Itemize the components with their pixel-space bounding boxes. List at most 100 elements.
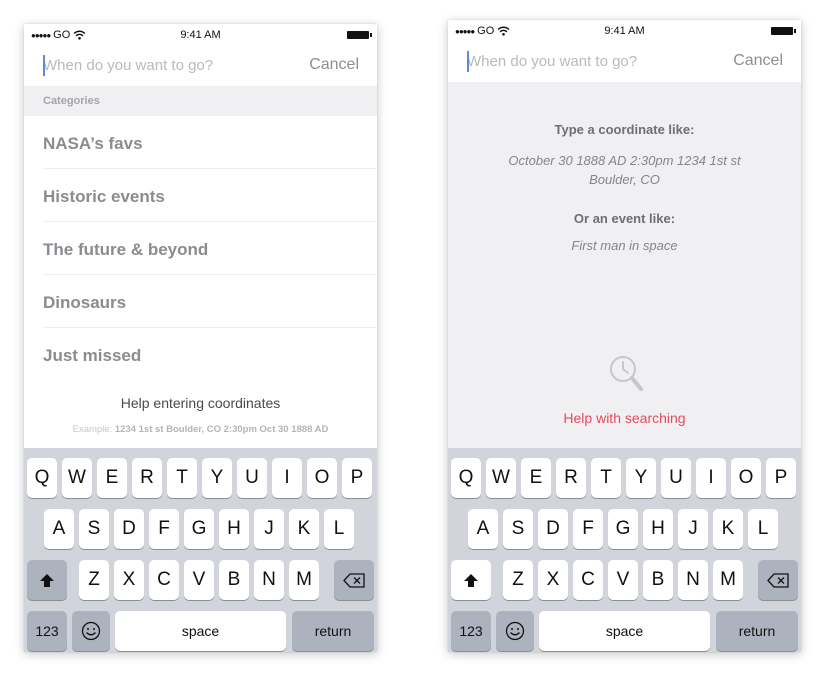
key-m[interactable]: M bbox=[289, 560, 319, 600]
text-caret bbox=[43, 55, 45, 76]
key-k[interactable]: K bbox=[713, 509, 743, 549]
delete-key[interactable] bbox=[334, 560, 374, 600]
coordinate-example: Example: 1234 1st st Boulder, CO 2:30pm … bbox=[24, 424, 377, 435]
key-q[interactable]: Q bbox=[27, 458, 57, 498]
shift-key[interactable] bbox=[451, 560, 491, 600]
status-time: 9:41 AM bbox=[604, 25, 645, 37]
key-j[interactable]: J bbox=[254, 509, 284, 549]
category-list: NASA’s favs Historic events The future &… bbox=[24, 116, 377, 381]
key-h[interactable]: H bbox=[643, 509, 673, 549]
event-hint-title: Or an event like: bbox=[573, 211, 676, 226]
space-key[interactable]: space bbox=[115, 611, 286, 651]
key-d[interactable]: D bbox=[538, 509, 568, 549]
key-p[interactable]: P bbox=[342, 458, 372, 498]
category-item-future-beyond[interactable]: The future & beyond bbox=[43, 222, 377, 275]
key-r[interactable]: R bbox=[556, 458, 586, 498]
return-key[interactable]: return bbox=[292, 611, 374, 651]
status-bar: ●●●●● GO 9:41 AM bbox=[448, 20, 801, 42]
key-g[interactable]: G bbox=[184, 509, 214, 549]
key-a[interactable]: A bbox=[468, 509, 498, 549]
search-bar: Cancel bbox=[24, 46, 377, 86]
key-t[interactable]: T bbox=[591, 458, 621, 498]
text-caret bbox=[467, 51, 469, 72]
category-item-just-missed[interactable]: Just missed bbox=[43, 328, 377, 381]
key-h[interactable]: H bbox=[219, 509, 249, 549]
key-o[interactable]: O bbox=[731, 458, 761, 498]
help-with-searching-link[interactable]: Help with searching bbox=[448, 410, 801, 426]
key-f[interactable]: F bbox=[149, 509, 179, 549]
key-b[interactable]: B bbox=[643, 560, 673, 600]
key-r[interactable]: R bbox=[132, 458, 162, 498]
coordinate-help: Help entering coordinates Example: 1234 … bbox=[24, 381, 377, 445]
key-n[interactable]: N bbox=[254, 560, 284, 600]
key-z[interactable]: Z bbox=[503, 560, 533, 600]
search-input[interactable] bbox=[43, 52, 283, 78]
key-p[interactable]: P bbox=[766, 458, 796, 498]
numbers-key[interactable]: 123 bbox=[451, 611, 491, 651]
search-input[interactable] bbox=[467, 48, 707, 74]
status-time: 9:41 AM bbox=[180, 29, 221, 41]
key-q[interactable]: Q bbox=[451, 458, 481, 498]
cancel-button[interactable]: Cancel bbox=[309, 56, 359, 74]
search-bar: Cancel bbox=[448, 42, 801, 82]
key-w[interactable]: W bbox=[486, 458, 516, 498]
shift-key[interactable] bbox=[27, 560, 67, 600]
delete-key[interactable] bbox=[758, 560, 798, 600]
key-d[interactable]: D bbox=[114, 509, 144, 549]
category-item-nasas-favs[interactable]: NASA’s favs bbox=[43, 116, 377, 169]
category-item-historic-events[interactable]: Historic events bbox=[43, 169, 377, 222]
status-bar: ●●●●● GO 9:41 AM bbox=[24, 24, 377, 46]
delete-icon bbox=[343, 572, 365, 588]
key-y[interactable]: Y bbox=[202, 458, 232, 498]
emoji-icon bbox=[505, 621, 525, 641]
key-e[interactable]: E bbox=[97, 458, 127, 498]
key-y[interactable]: Y bbox=[626, 458, 656, 498]
emoji-key[interactable] bbox=[496, 611, 534, 651]
category-item-dinosaurs[interactable]: Dinosaurs bbox=[43, 275, 377, 328]
key-x[interactable]: X bbox=[538, 560, 568, 600]
key-s[interactable]: S bbox=[79, 509, 109, 549]
delete-icon bbox=[767, 572, 789, 588]
coordinate-example-line1: October 30 1888 AD 2:30pm 1234 1st st bbox=[508, 153, 741, 168]
key-n[interactable]: N bbox=[678, 560, 708, 600]
search-clock-icon bbox=[610, 356, 643, 391]
event-example: First man in space bbox=[571, 238, 678, 253]
numbers-key[interactable]: 123 bbox=[27, 611, 67, 651]
battery-icon bbox=[347, 31, 372, 39]
key-f[interactable]: F bbox=[573, 509, 603, 549]
keyboard: Q W E R T Y U I O P A S D F G H J K L Z … bbox=[448, 448, 801, 652]
key-t[interactable]: T bbox=[167, 458, 197, 498]
key-c[interactable]: C bbox=[149, 560, 179, 600]
key-z[interactable]: Z bbox=[79, 560, 109, 600]
key-k[interactable]: K bbox=[289, 509, 319, 549]
key-l[interactable]: L bbox=[748, 509, 778, 549]
key-b[interactable]: B bbox=[219, 560, 249, 600]
battery-icon bbox=[771, 27, 796, 35]
emoji-key[interactable] bbox=[72, 611, 110, 651]
search-hints-panel: Type a coordinate like: October 30 1888 … bbox=[448, 82, 801, 450]
key-w[interactable]: W bbox=[62, 458, 92, 498]
key-l[interactable]: L bbox=[324, 509, 354, 549]
shift-icon bbox=[464, 573, 478, 587]
key-u[interactable]: U bbox=[237, 458, 267, 498]
key-e[interactable]: E bbox=[521, 458, 551, 498]
key-o[interactable]: O bbox=[307, 458, 337, 498]
key-x[interactable]: X bbox=[114, 560, 144, 600]
key-g[interactable]: G bbox=[608, 509, 638, 549]
return-key[interactable]: return bbox=[716, 611, 798, 651]
key-j[interactable]: J bbox=[678, 509, 708, 549]
coordinate-help-title[interactable]: Help entering coordinates bbox=[24, 395, 377, 411]
key-i[interactable]: I bbox=[696, 458, 726, 498]
key-c[interactable]: C bbox=[573, 560, 603, 600]
key-u[interactable]: U bbox=[661, 458, 691, 498]
key-a[interactable]: A bbox=[44, 509, 74, 549]
key-i[interactable]: I bbox=[272, 458, 302, 498]
shift-icon bbox=[40, 573, 54, 587]
key-m[interactable]: M bbox=[713, 560, 743, 600]
key-s[interactable]: S bbox=[503, 509, 533, 549]
key-v[interactable]: V bbox=[184, 560, 214, 600]
space-key[interactable]: space bbox=[539, 611, 710, 651]
cancel-button[interactable]: Cancel bbox=[733, 52, 783, 70]
key-v[interactable]: V bbox=[608, 560, 638, 600]
left-phone-screen: ●●●●● GO 9:41 AM Cancel Categories NASA’… bbox=[24, 24, 377, 652]
